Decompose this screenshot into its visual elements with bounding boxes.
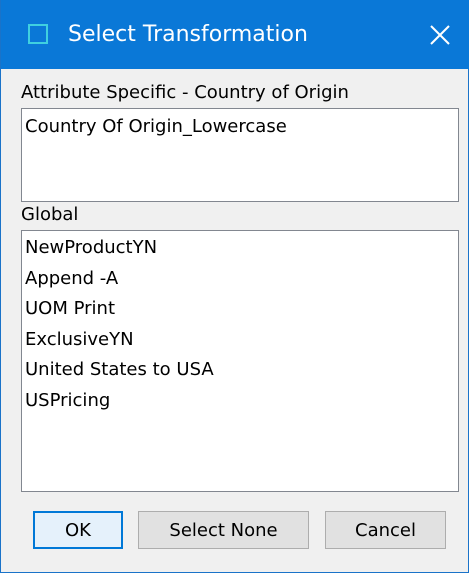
global-transformations-list[interactable]: NewProductYN Append -A UOM Print Exclusi…	[21, 230, 459, 492]
dialog-title: Select Transformation	[68, 22, 308, 47]
list-item[interactable]: ExclusiveYN	[22, 325, 458, 356]
select-transformation-dialog: Select Transformation Attribute Specific…	[0, 0, 469, 573]
list-item[interactable]: United States to USA	[22, 355, 458, 386]
close-button[interactable]	[410, 0, 469, 69]
list-item[interactable]: Append -A	[22, 264, 458, 295]
list-item[interactable]: USPricing	[22, 386, 458, 417]
list-item[interactable]: NewProductYN	[22, 233, 458, 264]
ok-button[interactable]: OK	[33, 511, 123, 549]
close-icon	[430, 24, 450, 45]
list-item[interactable]: Country Of Origin_Lowercase	[22, 112, 458, 143]
attribute-transformations-list[interactable]: Country Of Origin_Lowercase	[21, 108, 459, 202]
title-bar[interactable]: Select Transformation	[1, 0, 469, 69]
cancel-button[interactable]: Cancel	[325, 511, 446, 549]
window-app-icon	[28, 24, 48, 44]
global-label: Global	[21, 204, 79, 225]
list-item[interactable]: UOM Print	[22, 294, 458, 325]
select-none-button[interactable]: Select None	[138, 511, 309, 549]
attribute-specific-label: Attribute Specific - Country of Origin	[21, 82, 349, 103]
